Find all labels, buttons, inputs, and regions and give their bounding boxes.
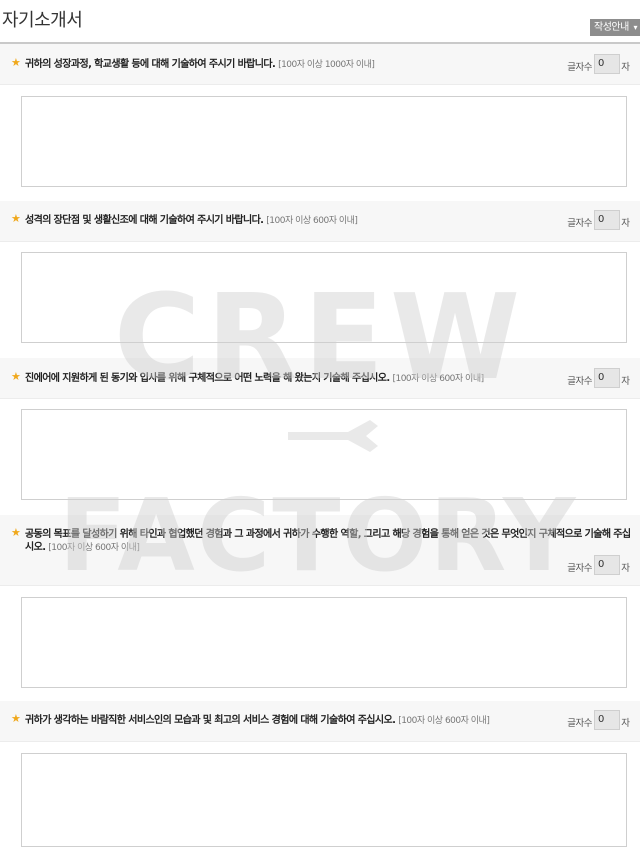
answer-textarea-2[interactable]: [21, 252, 627, 343]
answer-textarea-1[interactable]: [21, 96, 627, 187]
writing-guide-button[interactable]: 작성안내 ▾: [590, 19, 640, 36]
char-count-unit: 자: [621, 376, 630, 387]
char-count-label: 글자수: [567, 62, 592, 73]
length-note: [100자 이상 600자 이내]: [266, 216, 358, 226]
required-star-icon: ★: [11, 712, 21, 725]
char-count-unit: 자: [621, 218, 630, 229]
char-count-field: 0: [594, 710, 620, 730]
length-note: [100자 이상 600자 이내]: [48, 543, 140, 553]
char-count-field: 0: [594, 368, 620, 388]
answer-textarea-4[interactable]: [21, 597, 627, 688]
question-text-1: 귀하의 성장과정, 학교생활 등에 대해 기술하여 주시기 바랍니다. [100…: [25, 58, 375, 72]
question-header-3: ★ 진에어에 지원하게 된 동기와 입사를 위해 구체적으로 어떤 노력을 해 …: [0, 358, 640, 399]
char-count-unit: 자: [621, 563, 630, 574]
length-note: [100자 이상 600자 이내]: [398, 716, 490, 726]
length-note: [100자 이상 1000자 이내]: [278, 60, 375, 70]
question-prompt: 귀하의 성장과정, 학교생활 등에 대해 기술하여 주시기 바랍니다.: [25, 59, 276, 70]
required-star-icon: ★: [11, 212, 21, 225]
required-star-icon: ★: [11, 370, 21, 383]
char-count-label: 글자수: [567, 563, 592, 574]
page-title: 자기소개서: [2, 10, 83, 31]
writing-guide-label: 작성안내: [594, 22, 629, 33]
char-count-label: 글자수: [567, 376, 592, 387]
question-text-5: 귀하가 생각하는 바람직한 서비스인의 모습과 및 최고의 서비스 경험에 대해…: [25, 714, 490, 728]
question-header-5: ★ 귀하가 생각하는 바람직한 서비스인의 모습과 및 최고의 서비스 경험에 …: [0, 701, 640, 742]
question-text-2: 성격의 장단점 및 생활신조에 대해 기술하여 주시기 바랍니다. [100자 …: [25, 214, 358, 228]
answer-textarea-3[interactable]: [21, 409, 627, 500]
char-count-field: 0: [594, 54, 620, 74]
question-prompt: 성격의 장단점 및 생활신조에 대해 기술하여 주시기 바랍니다.: [25, 215, 264, 226]
answer-textarea-5[interactable]: [21, 753, 627, 847]
question-header-1: ★ 귀하의 성장과정, 학교생활 등에 대해 기술하여 주시기 바랍니다. [1…: [0, 44, 640, 85]
question-text-4: 공동의 목표를 달성하기 위해 타인과 협업했던 경험과 그 과정에서 귀하가 …: [25, 528, 636, 555]
required-star-icon: ★: [11, 56, 21, 69]
char-count-label: 글자수: [567, 218, 592, 229]
char-count-unit: 자: [621, 62, 630, 73]
char-count-field: 0: [594, 555, 620, 575]
question-header-4: ★ 공동의 목표를 달성하기 위해 타인과 협업했던 경험과 그 과정에서 귀하…: [0, 515, 640, 586]
char-count-field: 0: [594, 210, 620, 230]
required-star-icon: ★: [11, 526, 21, 539]
length-note: [100자 이상 600자 이내]: [392, 374, 484, 384]
question-header-2: ★ 성격의 장단점 및 생활신조에 대해 기술하여 주시기 바랍니다. [100…: [0, 201, 640, 242]
char-count-label: 글자수: [567, 718, 592, 729]
question-prompt: 진에어에 지원하게 된 동기와 입사를 위해 구체적으로 어떤 노력을 해 왔는…: [25, 373, 390, 384]
char-count-unit: 자: [621, 718, 630, 729]
question-text-3: 진에어에 지원하게 된 동기와 입사를 위해 구체적으로 어떤 노력을 해 왔는…: [25, 372, 484, 386]
question-prompt: 귀하가 생각하는 바람직한 서비스인의 모습과 및 최고의 서비스 경험에 대해…: [25, 715, 396, 726]
chevron-down-icon: ▾: [633, 23, 637, 32]
